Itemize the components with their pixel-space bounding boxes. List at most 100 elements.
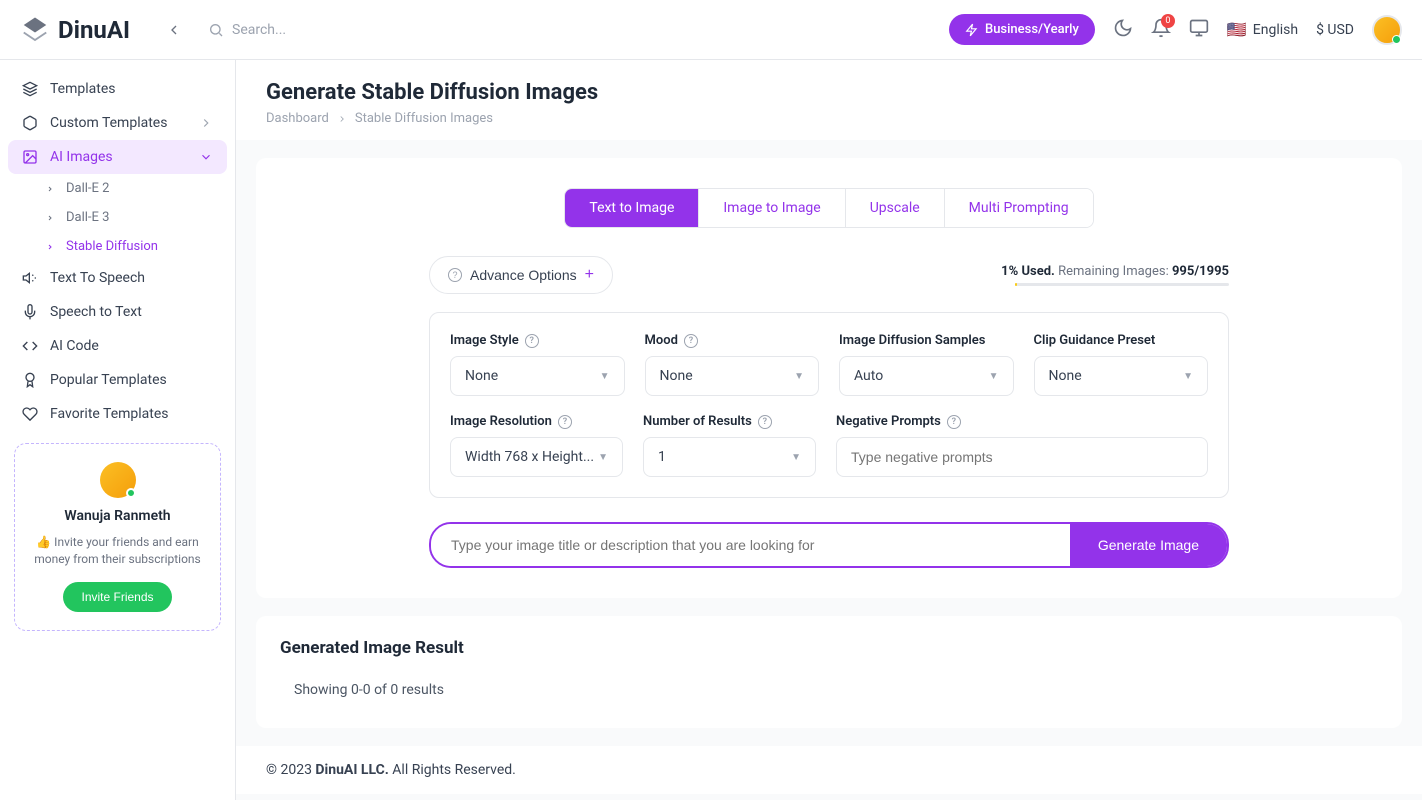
negative-prompts-field[interactable]: [851, 449, 1193, 465]
advance-label: Advance Options: [470, 267, 577, 283]
results-title: Generated Image Result: [280, 638, 1378, 658]
resolution-select[interactable]: Width 768 x Height... ▼: [450, 437, 623, 477]
chevron-down-icon: ▼: [598, 452, 608, 463]
sidebar-item-stt[interactable]: Speech to Text: [8, 295, 227, 329]
sidebar-item-popular[interactable]: Popular Templates: [8, 363, 227, 397]
search-input[interactable]: Search...: [208, 22, 949, 38]
num-results-select[interactable]: 1▼: [643, 437, 816, 477]
results-count: Showing 0-0 of 0 results: [280, 682, 1378, 698]
sidebar-sub-label: Stable Diffusion: [66, 239, 158, 254]
usage-info: 1% Used. Remaining Images: 995/1995: [1001, 264, 1229, 286]
page-title: Generate Stable Diffusion Images: [266, 80, 1392, 105]
user-name: Wanuja Ranmeth: [27, 508, 208, 524]
image-icon: [22, 149, 38, 165]
breadcrumb-root[interactable]: Dashboard: [266, 111, 329, 126]
chevron-right-icon: [199, 116, 213, 130]
clip-preset-label: Clip Guidance Preset: [1034, 333, 1156, 348]
chevron-down-icon: [199, 150, 213, 164]
sidebar-item-custom-templates[interactable]: Custom Templates: [8, 106, 227, 140]
tab-text-to-image[interactable]: Text to Image: [565, 189, 699, 227]
sidebar-sub-label: Dall-E 3: [66, 210, 109, 225]
sidebar-label: Favorite Templates: [50, 406, 169, 422]
user-avatar[interactable]: [1372, 15, 1402, 45]
mic-icon: [22, 304, 38, 320]
sidebar-item-ai-code[interactable]: AI Code: [8, 329, 227, 363]
screen-button[interactable]: [1189, 18, 1209, 42]
sidebar-item-ai-images[interactable]: AI Images: [8, 140, 227, 174]
chevron-left-icon: [166, 22, 182, 38]
sidebar-sub-dalle2[interactable]: Dall-E 2: [32, 174, 227, 203]
resolution-label: Image Resolution: [450, 414, 552, 429]
prompt-input[interactable]: [431, 524, 1070, 566]
moon-icon: [1113, 18, 1133, 38]
sidebar-item-favorite[interactable]: Favorite Templates: [8, 397, 227, 431]
negative-prompts-input[interactable]: [836, 437, 1208, 477]
select-value: Width 768 x Height...: [465, 449, 594, 465]
num-results-label: Number of Results: [643, 414, 752, 429]
tab-image-to-image[interactable]: Image to Image: [699, 189, 845, 227]
sidebar-label: Popular Templates: [50, 372, 167, 388]
sidebar-collapse-button[interactable]: [160, 16, 188, 44]
logo-icon: [20, 15, 50, 45]
notification-count: 0: [1161, 14, 1175, 28]
language-label: English: [1253, 22, 1298, 38]
chevron-right-icon: [337, 114, 347, 124]
monitor-icon: [1189, 18, 1209, 38]
help-icon: ?: [758, 415, 772, 429]
breadcrumb-current: Stable Diffusion Images: [355, 111, 493, 126]
tab-multi-prompting[interactable]: Multi Prompting: [945, 189, 1093, 227]
notifications-button[interactable]: 0: [1151, 18, 1171, 42]
mood-select[interactable]: None ▼: [645, 356, 820, 396]
diffusion-samples-select[interactable]: Auto▼: [839, 356, 1014, 396]
select-value: 1: [658, 449, 666, 465]
sidebar-sub-stable-diffusion[interactable]: Stable Diffusion: [32, 232, 227, 261]
chevron-down-icon: ▼: [794, 371, 804, 382]
logo[interactable]: DinuAI: [20, 15, 130, 45]
clip-preset-select[interactable]: None▼: [1034, 356, 1209, 396]
diffusion-samples-label: Image Diffusion Samples: [839, 333, 985, 348]
sidebar-label: Text To Speech: [50, 270, 145, 286]
sidebar-label: Templates: [50, 81, 116, 97]
currency-selector[interactable]: $ USD: [1316, 22, 1354, 38]
sidebar-sub-dalle3[interactable]: Dall-E 3: [32, 203, 227, 232]
help-icon: ?: [684, 334, 698, 348]
help-icon: ?: [558, 415, 572, 429]
sidebar-item-templates[interactable]: Templates: [8, 72, 227, 106]
sidebar-sub-label: Dall-E 2: [66, 181, 109, 196]
sidebar-label: AI Code: [50, 338, 99, 354]
sidebar-label: Speech to Text: [50, 304, 142, 320]
invite-friends-button[interactable]: Invite Friends: [63, 582, 171, 612]
negative-prompts-label: Negative Prompts: [836, 414, 941, 429]
sidebar-item-tts[interactable]: Text To Speech: [8, 261, 227, 295]
plan-label: Business/Yearly: [985, 22, 1079, 37]
chevron-down-icon: ▼: [1183, 371, 1193, 382]
search-placeholder: Search...: [232, 22, 286, 38]
breadcrumb: Dashboard Stable Diffusion Images: [266, 111, 1392, 126]
generate-image-button[interactable]: Generate Image: [1070, 524, 1227, 566]
select-value: Auto: [854, 368, 883, 384]
cube-icon: [22, 115, 38, 131]
usage-progress-bar: [1015, 283, 1229, 286]
theme-toggle[interactable]: [1113, 18, 1133, 42]
award-icon: [22, 372, 38, 388]
advance-options-button[interactable]: ? Advance Options +: [429, 256, 613, 294]
help-icon: ?: [947, 415, 961, 429]
bolt-icon: [965, 23, 979, 37]
image-style-label: Image Style: [450, 333, 519, 348]
chevron-right-icon: [46, 243, 54, 251]
footer-copyright: © 2023: [266, 762, 315, 778]
language-selector[interactable]: 🇺🇸 English: [1227, 20, 1298, 39]
layers-icon: [22, 81, 38, 97]
chevron-down-icon: ▼: [600, 371, 610, 382]
tab-upscale[interactable]: Upscale: [846, 189, 945, 227]
select-value: None: [660, 368, 693, 384]
usage-remaining-value: 995/1995: [1172, 264, 1229, 279]
search-icon: [208, 22, 224, 38]
sidebar-label: Custom Templates: [50, 115, 167, 131]
select-value: None: [465, 368, 498, 384]
invite-description: 👍 Invite your friends and earn money fro…: [27, 534, 208, 568]
chevron-right-icon: [46, 185, 54, 193]
footer-rights: All Rights Reserved.: [389, 762, 516, 778]
image-style-select[interactable]: None ▼: [450, 356, 625, 396]
plan-badge[interactable]: Business/Yearly: [949, 14, 1095, 45]
